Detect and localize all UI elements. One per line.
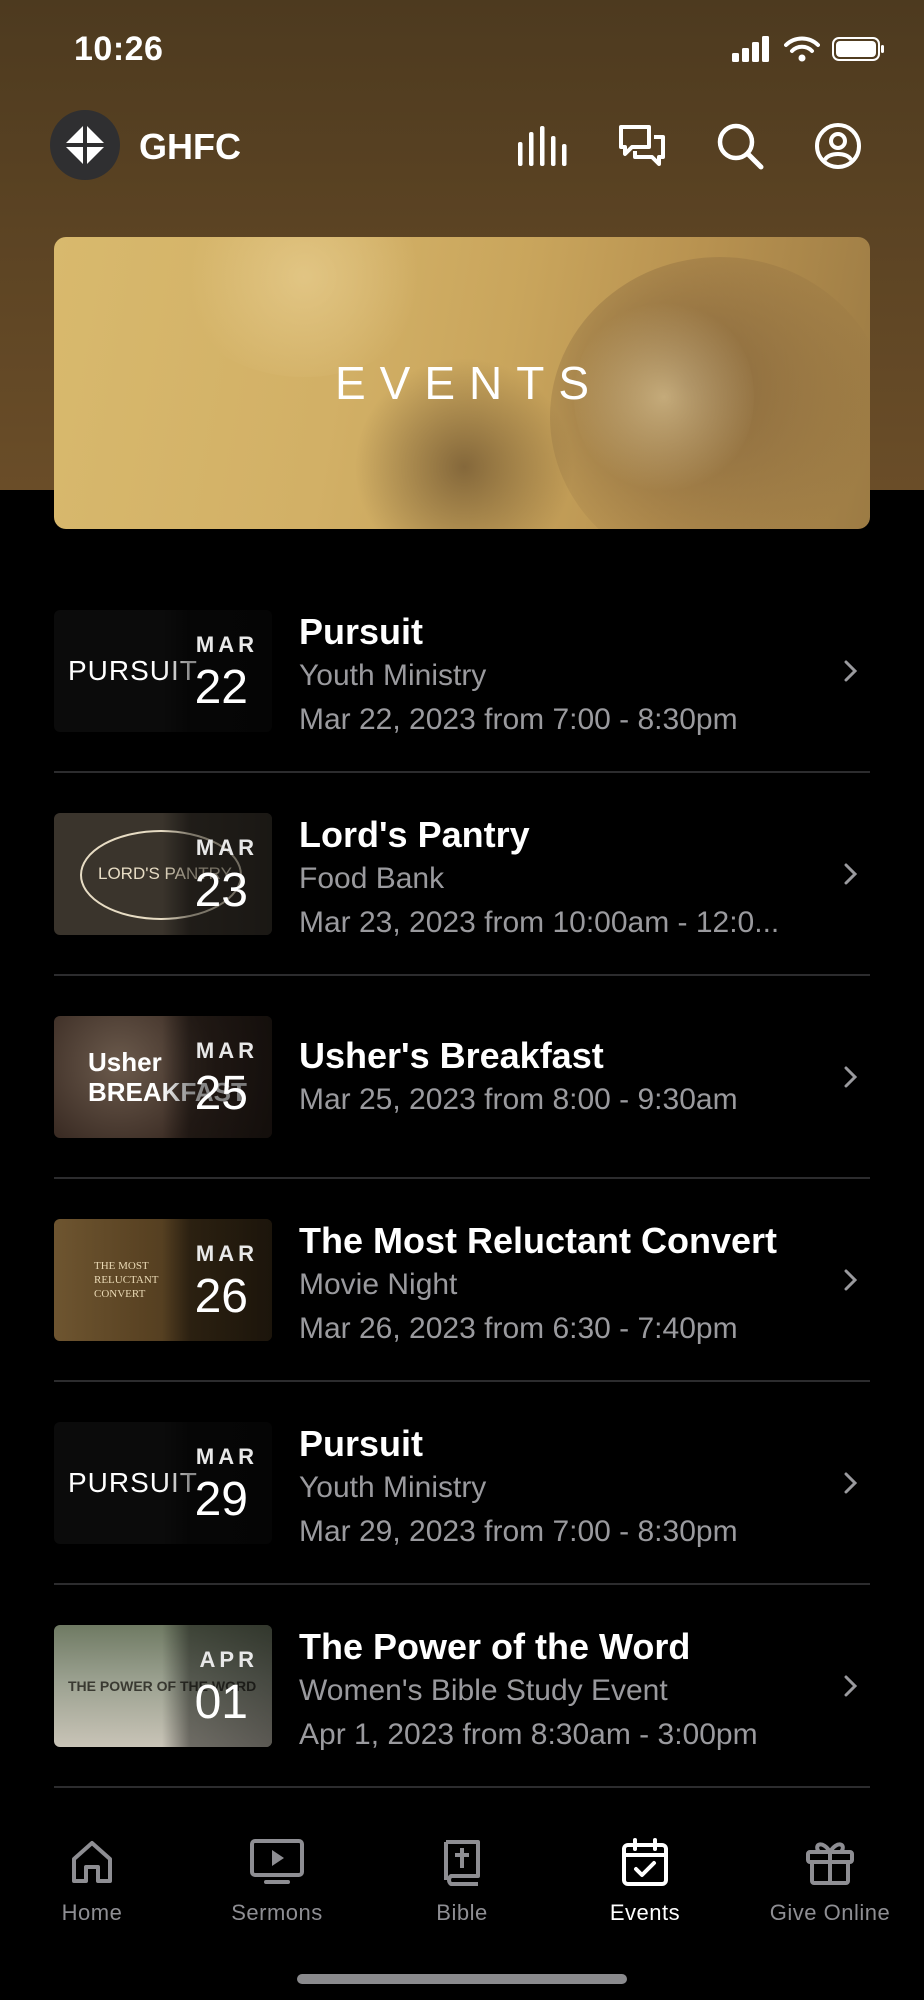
date-day: 26 [194, 1270, 248, 1323]
calendar-check-icon [553, 1832, 737, 1892]
chevron-right-icon [844, 1382, 858, 1583]
chevron-right-icon [844, 1585, 858, 1786]
event-subtitle: Movie Night [299, 1268, 458, 1301]
event-subtitle: Youth Ministry [299, 1471, 487, 1504]
event-datetime: Mar 26, 2023 from 6:30 - 7:40pm [299, 1312, 738, 1345]
date-overlay: MAR 29 [162, 1422, 272, 1544]
tab-give-online[interactable]: Give Online [738, 1832, 922, 1926]
tab-bar: Home Sermons Bible Events Give Online [0, 1790, 924, 2000]
event-title: The Most Reluctant Convert [299, 1220, 778, 1261]
tab-sermons[interactable]: Sermons [185, 1832, 369, 1926]
bible-icon [370, 1832, 554, 1892]
date-month: MAR [195, 1038, 258, 1063]
event-row[interactable]: THE POWER OF THE WORD APR 01 The Power o… [54, 1585, 870, 1788]
date-overlay: APR 01 [162, 1625, 272, 1747]
status-icons [732, 36, 886, 62]
audio-levels-icon[interactable] [516, 118, 572, 174]
status-time: 10:26 [74, 30, 164, 68]
event-list: PURSUIT MAR 22 Pursuit Youth Ministry Ma… [54, 570, 870, 1788]
tab-home[interactable]: Home [0, 1832, 184, 1926]
event-thumbnail: PURSUIT MAR 29 [54, 1422, 272, 1544]
date-day: 23 [194, 864, 248, 917]
date-day: 01 [194, 1676, 248, 1729]
date-month: MAR [195, 632, 258, 657]
account-icon[interactable] [810, 118, 866, 174]
tab-label: Sermons [231, 1900, 323, 1925]
event-datetime: Mar 25, 2023 from 8:00 - 9:30am [299, 1083, 738, 1116]
home-indicator [297, 1974, 627, 1984]
chevron-right-icon [844, 773, 858, 974]
banner-title: EVENTS [334, 357, 604, 409]
event-thumbnail: THE POWER OF THE WORD APR 01 [54, 1625, 272, 1747]
cellular-signal-icon [732, 36, 769, 62]
chevron-right-icon [844, 976, 858, 1177]
chat-icon[interactable] [614, 118, 670, 174]
date-overlay: MAR 26 [162, 1219, 272, 1341]
chevron-right-icon [844, 570, 858, 771]
date-day: 25 [194, 1067, 248, 1120]
event-title: Pursuit [299, 1423, 424, 1464]
brand-name: GHFC [139, 126, 241, 167]
date-month: MAR [195, 1241, 258, 1266]
event-thumbnail: LORD'S PANTRY MAR 23 [54, 813, 272, 935]
gift-icon [738, 1832, 922, 1892]
tv-play-icon [185, 1832, 369, 1892]
event-datetime: Mar 29, 2023 from 7:00 - 8:30pm [299, 1515, 738, 1548]
event-subtitle: Women's Bible Study Event [299, 1674, 668, 1707]
church-logo-icon[interactable] [50, 110, 120, 180]
tab-label: Give Online [769, 1900, 891, 1925]
tab-bible[interactable]: Bible [370, 1832, 554, 1926]
date-overlay: MAR 22 [162, 610, 272, 732]
tab-label: Events [609, 1900, 681, 1925]
event-title: Pursuit [299, 611, 424, 652]
date-month: MAR [195, 1444, 258, 1469]
event-datetime: Mar 22, 2023 from 7:00 - 8:30pm [299, 703, 738, 736]
date-overlay: MAR 25 [162, 1016, 272, 1138]
tab-events[interactable]: Events [553, 1832, 737, 1926]
event-thumbnail: THE MOST RELUCTANT CONVERT MAR 26 [54, 1219, 272, 1341]
tab-label: Home [61, 1900, 123, 1925]
date-month: MAR [195, 835, 258, 860]
event-title: The Power of the Word [299, 1626, 691, 1667]
home-icon [0, 1832, 184, 1892]
event-row[interactable]: LORD'S PANTRY MAR 23 Lord's Pantry Food … [54, 773, 870, 976]
event-thumbnail: PURSUIT MAR 22 [54, 610, 272, 732]
event-row[interactable]: PURSUIT MAR 22 Pursuit Youth Ministry Ma… [54, 570, 870, 773]
tab-label: Bible [436, 1900, 488, 1925]
wifi-icon [784, 36, 820, 62]
events-banner: EVENTS [54, 237, 870, 529]
app-header: GHFC [0, 108, 924, 188]
event-row[interactable]: THE MOST RELUCTANT CONVERT MAR 26 The Mo… [54, 1179, 870, 1382]
event-subtitle: Food Bank [299, 862, 445, 895]
event-datetime: Apr 1, 2023 from 8:30am - 3:00pm [299, 1718, 758, 1751]
event-datetime: Mar 23, 2023 from 10:00am - 12:0... [299, 906, 780, 939]
date-overlay: MAR 23 [162, 813, 272, 935]
date-day: 22 [194, 661, 248, 714]
event-subtitle: Youth Ministry [299, 659, 487, 692]
date-day: 29 [194, 1473, 248, 1526]
event-row[interactable]: PURSUIT MAR 29 Pursuit Youth Ministry Ma… [54, 1382, 870, 1585]
battery-icon [832, 37, 884, 61]
search-icon[interactable] [712, 118, 768, 174]
status-bar: 10:26 [0, 0, 924, 100]
event-title: Usher's Breakfast [299, 1035, 604, 1076]
event-thumbnail: Usher BREAKFAST MAR 25 [54, 1016, 272, 1138]
event-title: Lord's Pantry [299, 814, 530, 855]
date-month: APR [199, 1647, 258, 1672]
chevron-right-icon [844, 1179, 858, 1380]
event-row[interactable]: Usher BREAKFAST MAR 25 Usher's Breakfast… [54, 976, 870, 1179]
